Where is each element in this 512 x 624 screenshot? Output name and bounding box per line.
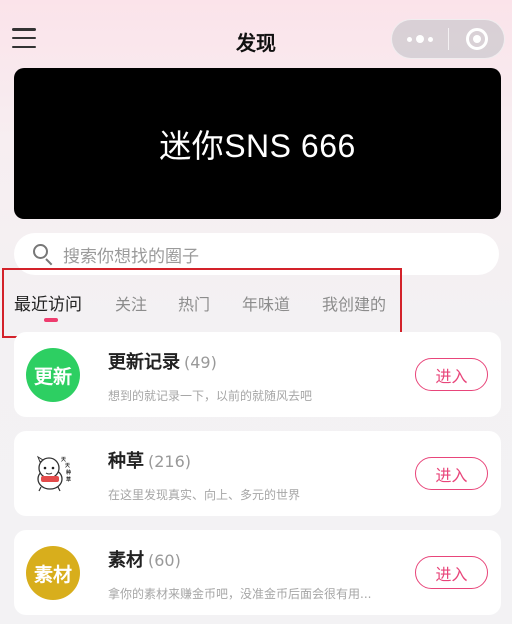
svg-text:草: 草 bbox=[66, 476, 71, 483]
circle-card[interactable]: 更新 更新记录 (49) 想到的就记录一下，以前的就随风去吧 进入 bbox=[14, 332, 501, 417]
svg-text:天: 天 bbox=[65, 462, 71, 469]
target-close-icon[interactable] bbox=[449, 20, 504, 58]
tab-new-year-flavor[interactable]: 年味道 bbox=[242, 291, 290, 315]
circle-name: 素材 bbox=[108, 550, 144, 571]
circle-count: (49) bbox=[184, 353, 217, 372]
svg-text:种: 种 bbox=[65, 469, 71, 476]
search-placeholder: 搜索你想找的圈子 bbox=[63, 246, 199, 267]
cartoon-character-icon: 天 天 种 草 bbox=[26, 447, 80, 501]
enter-button[interactable]: 进入 bbox=[415, 457, 488, 490]
circle-title: 更新记录 (49) bbox=[108, 348, 217, 374]
circle-name: 种草 bbox=[108, 451, 144, 472]
enter-button[interactable]: 进入 bbox=[415, 358, 488, 391]
circle-description: 在这里发现真实、向上、多元的世界 bbox=[108, 488, 301, 502]
circle-count: (60) bbox=[148, 551, 181, 570]
circle-title: 种草 (216) bbox=[108, 447, 191, 473]
circle-description: 想到的就记录一下，以前的就随风去吧 bbox=[108, 389, 313, 403]
active-tab-indicator bbox=[44, 318, 58, 322]
circle-name: 更新记录 bbox=[108, 352, 180, 373]
banner-text: 迷你SNS 666 bbox=[159, 127, 356, 164]
circle-avatar: 更新 bbox=[26, 348, 80, 402]
circle-card[interactable]: 素材 素材 (60) 拿你的素材来赚金币吧，没准金币后面会很有用... 进入 bbox=[14, 530, 501, 615]
circle-count: (216) bbox=[148, 452, 192, 471]
tab-recent[interactable]: 最近访问 bbox=[14, 290, 82, 315]
banner[interactable]: 迷你SNS 666 bbox=[14, 68, 501, 219]
tab-my-created[interactable]: 我创建的 bbox=[322, 291, 386, 315]
enter-button[interactable]: 进入 bbox=[415, 556, 488, 589]
circle-title: 素材 (60) bbox=[108, 546, 181, 572]
tab-bar: 最近访问 关注 热门 年味道 我创建的 bbox=[2, 268, 402, 338]
search-icon bbox=[32, 243, 54, 266]
svg-text:天: 天 bbox=[61, 456, 67, 463]
mini-program-capsule bbox=[391, 19, 505, 59]
tab-hot[interactable]: 热门 bbox=[178, 291, 210, 315]
circle-description: 拿你的素材来赚金币吧，没准金币后面会很有用... bbox=[108, 587, 372, 601]
circle-card[interactable]: 天 天 种 草 种草 (216) 在这里发现真实、向上、多元的世界 进入 bbox=[14, 431, 501, 516]
tab-following[interactable]: 关注 bbox=[115, 291, 147, 315]
circle-avatar: 素材 bbox=[26, 546, 80, 600]
more-dots-icon[interactable] bbox=[392, 20, 448, 58]
